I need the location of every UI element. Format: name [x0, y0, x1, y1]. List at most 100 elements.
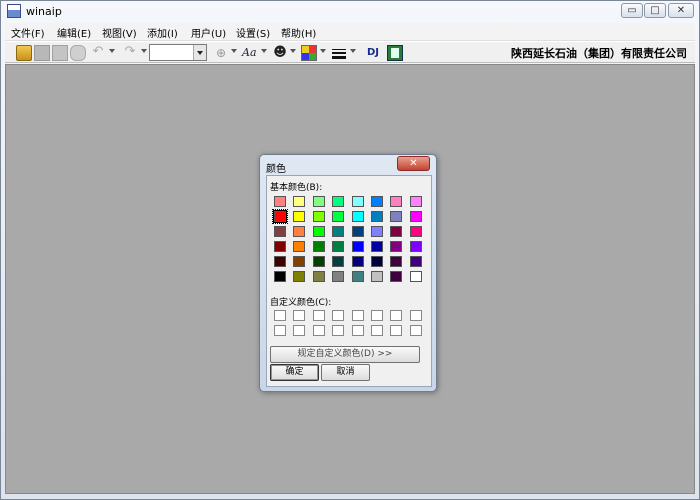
find-icon[interactable] [70, 45, 86, 61]
custom-color-swatch[interactable] [312, 325, 325, 336]
document-icon[interactable] [387, 45, 403, 61]
target-dropdown-icon[interactable] [231, 49, 237, 53]
custom-color-swatch[interactable] [293, 310, 306, 321]
basic-color-swatch[interactable] [312, 271, 325, 282]
custom-color-swatch[interactable] [371, 310, 383, 321]
basic-color-swatch[interactable] [312, 256, 325, 267]
basic-color-swatch[interactable] [371, 241, 383, 252]
basic-color-swatch[interactable] [332, 256, 345, 267]
basic-color-swatch[interactable] [371, 256, 383, 267]
menu-edit[interactable]: 编辑(E) [57, 25, 91, 40]
basic-color-swatch[interactable] [409, 256, 422, 267]
undo-icon[interactable]: ↶ [90, 45, 106, 61]
menu-user[interactable]: 用户(U) [191, 25, 226, 40]
custom-color-swatch[interactable] [274, 325, 286, 336]
target-icon[interactable]: ⊕ [213, 45, 229, 61]
font-icon[interactable]: Aa [242, 45, 258, 61]
line-style-icon[interactable] [331, 45, 347, 61]
basic-color-swatch[interactable] [390, 256, 403, 267]
maximize-button[interactable]: □ [644, 3, 666, 18]
basic-color-swatch[interactable] [332, 226, 345, 237]
basic-color-swatch[interactable] [390, 271, 403, 282]
custom-color-swatch[interactable] [332, 310, 345, 321]
basic-color-swatch[interactable] [274, 256, 286, 267]
redo-icon[interactable]: ↷ [122, 45, 138, 61]
custom-color-swatch[interactable] [390, 325, 403, 336]
cancel-button[interactable]: 取消 [321, 364, 370, 381]
basic-color-swatch[interactable] [332, 211, 345, 222]
dj-icon[interactable]: DJ [363, 45, 383, 61]
save-icon[interactable] [34, 45, 50, 61]
basic-color-swatch[interactable] [293, 256, 306, 267]
basic-color-swatch[interactable] [332, 196, 345, 207]
custom-color-swatch[interactable] [390, 310, 403, 321]
custom-color-swatch[interactable] [409, 325, 422, 336]
ok-button[interactable]: 确定 [270, 364, 319, 381]
color-grid-icon[interactable] [301, 45, 317, 61]
basic-color-swatch[interactable] [293, 196, 306, 207]
menu-help[interactable]: 帮助(H) [281, 25, 316, 40]
basic-color-swatch[interactable] [293, 226, 306, 237]
redo-dropdown-icon[interactable] [141, 49, 147, 53]
zoom-combo[interactable] [149, 44, 207, 61]
basic-color-swatch[interactable] [390, 211, 403, 222]
dialog-close-button[interactable]: ✕ [397, 156, 430, 171]
person-dropdown-icon[interactable] [290, 49, 296, 53]
color-dropdown-icon[interactable] [320, 49, 326, 53]
custom-color-swatch[interactable] [351, 310, 364, 321]
basic-color-swatch[interactable] [390, 196, 403, 207]
basic-color-swatch[interactable] [312, 211, 325, 222]
print-icon[interactable] [52, 45, 68, 61]
basic-color-swatch[interactable] [351, 241, 364, 252]
menu-view[interactable]: 视图(V) [102, 25, 137, 40]
basic-color-swatch[interactable] [409, 196, 422, 207]
custom-color-swatch[interactable] [312, 310, 325, 321]
custom-color-swatch[interactable] [351, 325, 364, 336]
basic-color-swatch[interactable] [351, 211, 364, 222]
basic-color-swatch[interactable] [371, 211, 383, 222]
basic-color-swatch[interactable] [293, 271, 306, 282]
chevron-down-icon[interactable] [193, 45, 206, 60]
font-dropdown-icon[interactable] [261, 49, 267, 53]
basic-color-swatch[interactable] [371, 226, 383, 237]
custom-color-swatch[interactable] [371, 325, 383, 336]
menu-settings[interactable]: 设置(S) [236, 25, 270, 40]
basic-color-swatch[interactable] [351, 256, 364, 267]
basic-color-swatch[interactable] [371, 271, 383, 282]
basic-color-swatch[interactable] [390, 226, 403, 237]
basic-color-swatch[interactable] [409, 241, 422, 252]
define-custom-colors-button[interactable]: 规定自定义颜色(D) >> [270, 346, 420, 363]
basic-color-swatch[interactable] [390, 241, 403, 252]
undo-dropdown-icon[interactable] [109, 49, 115, 53]
custom-color-swatch[interactable] [293, 325, 306, 336]
custom-color-swatch[interactable] [274, 310, 286, 321]
line-style-dropdown-icon[interactable] [350, 49, 356, 53]
title-bar[interactable]: winaip ▭ □ ✕ [1, 1, 699, 22]
basic-color-swatch[interactable] [293, 211, 306, 222]
basic-color-swatch[interactable] [332, 271, 345, 282]
basic-color-swatch[interactable] [274, 226, 286, 237]
custom-color-swatch[interactable] [332, 325, 345, 336]
menu-file[interactable]: 文件(F) [11, 25, 45, 40]
basic-color-swatch[interactable] [351, 226, 364, 237]
open-folder-icon[interactable] [16, 45, 32, 61]
basic-color-swatch[interactable] [409, 226, 422, 237]
basic-color-swatch[interactable] [272, 209, 288, 224]
person-icon[interactable]: ☻ [272, 45, 288, 61]
minimize-button[interactable]: ▭ [621, 3, 643, 18]
menu-add[interactable]: 添加(I) [147, 25, 178, 40]
basic-color-swatch[interactable] [312, 226, 325, 237]
basic-color-swatch[interactable] [312, 196, 325, 207]
basic-color-swatch[interactable] [409, 211, 422, 222]
basic-color-swatch[interactable] [351, 196, 364, 207]
basic-color-swatch[interactable] [371, 196, 383, 207]
basic-color-swatch[interactable] [312, 241, 325, 252]
custom-color-swatch[interactable] [409, 310, 422, 321]
close-button[interactable]: ✕ [668, 3, 694, 18]
basic-color-swatch[interactable] [409, 271, 422, 282]
basic-color-swatch[interactable] [274, 196, 286, 207]
basic-color-swatch[interactable] [332, 241, 345, 252]
basic-color-swatch[interactable] [274, 271, 286, 282]
basic-color-swatch[interactable] [351, 271, 364, 282]
basic-color-swatch[interactable] [293, 241, 306, 252]
